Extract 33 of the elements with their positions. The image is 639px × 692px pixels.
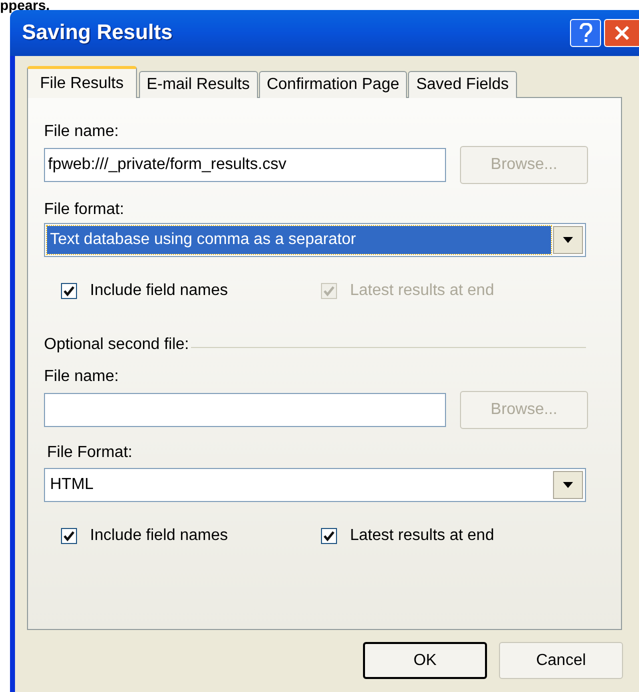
checkbox-label: Include field names: [90, 281, 228, 301]
input-field[interactable]: fpweb:///_private/form_results.csv: [44, 148, 446, 182]
tab[interactable]: File Results: [27, 66, 137, 98]
checkbox-label: Latest results at end: [350, 526, 494, 546]
tab[interactable]: E-mail Results: [138, 71, 258, 98]
caret-icon: [563, 482, 573, 488]
close-icon: [614, 25, 630, 41]
dropdown[interactable]: HTML: [44, 468, 586, 502]
checkbox[interactable]: [321, 528, 337, 544]
dialog-button[interactable]: OK: [363, 642, 487, 679]
tab[interactable]: Confirmation Page: [258, 71, 408, 98]
field-label: File Format:: [47, 445, 132, 461]
caret-icon: [563, 237, 573, 243]
input-field[interactable]: [44, 393, 446, 427]
field-label: File format:: [44, 202, 124, 218]
dropdown-arrow-button[interactable]: [553, 471, 583, 499]
tab[interactable]: Saved Fields: [408, 71, 517, 98]
help-button[interactable]: [570, 19, 601, 47]
checkbox-label: Latest results at end: [350, 281, 494, 301]
window-title: Saving Results: [22, 20, 173, 46]
group-label: Optional second file:: [44, 337, 189, 353]
checkbox[interactable]: [61, 528, 77, 544]
checkbox-label: Include field names: [90, 526, 228, 546]
dropdown-arrow-button[interactable]: [553, 226, 583, 254]
dropdown-value: Text database using comma as a separator: [47, 226, 551, 254]
dropdown[interactable]: Text database using comma as a separator: [44, 223, 586, 257]
dropdown-value: HTML: [49, 475, 95, 495]
field-label: File name:: [44, 369, 119, 385]
field-label: File name:: [44, 124, 119, 140]
dialog-button[interactable]: Cancel: [499, 642, 623, 679]
help-icon: [578, 23, 592, 43]
close-button[interactable]: [604, 19, 639, 47]
checkbox[interactable]: [61, 283, 77, 299]
